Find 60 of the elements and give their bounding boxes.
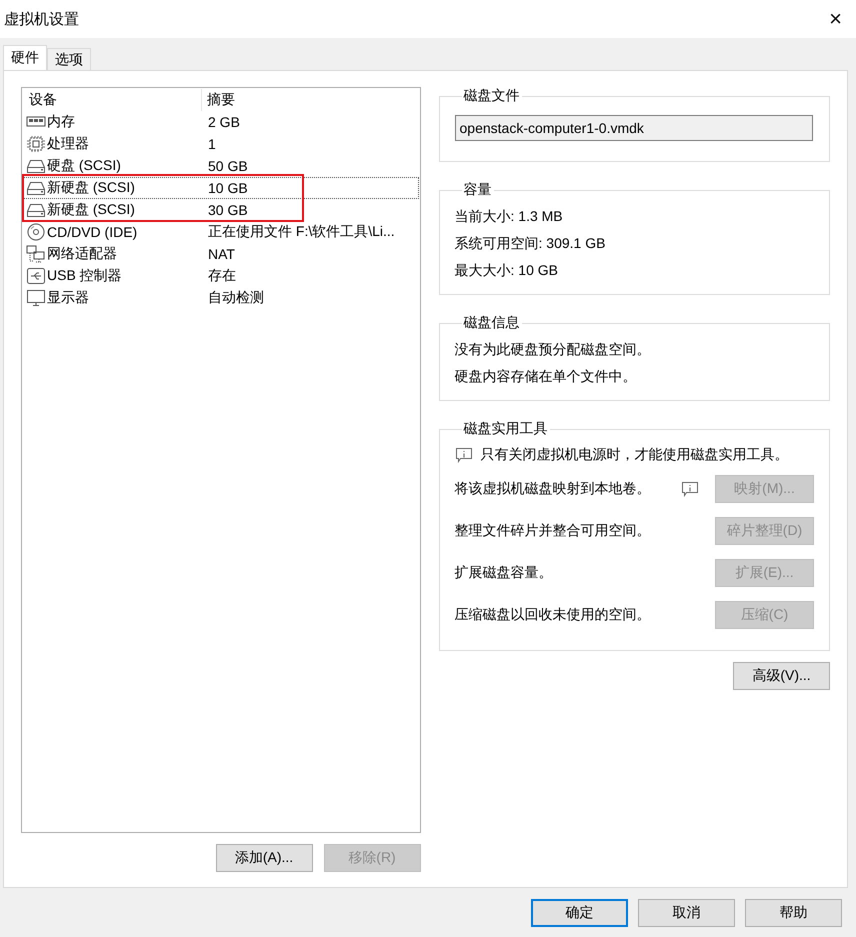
device-name: 处理器: [47, 135, 89, 153]
device-summary: 自动检测: [207, 289, 265, 307]
device-name: 网络适配器: [47, 245, 117, 263]
device-name: 显示器: [47, 289, 89, 307]
capacity-text: 当前大小: 1.3 MB: [454, 208, 563, 226]
device-summary: 正在使用文件 F:\软件工具\Li...: [207, 223, 396, 241]
device-row[interactable]: 网络适配器 NAT: [23, 243, 418, 265]
device-summary: 存在: [207, 267, 237, 285]
note-text: 只有关闭虚拟机电源时，才能使用磁盘实用工具。: [480, 446, 788, 464]
group-title: 磁盘信息: [462, 314, 520, 332]
chip-icon: [26, 135, 46, 153]
device-name: CD/DVD (IDE): [47, 224, 138, 240]
device-name: USB 控制器: [47, 267, 122, 285]
advanced-button[interactable]: 高级(V)...: [733, 662, 830, 690]
group-title: 磁盘实用工具: [462, 420, 548, 438]
file-field[interactable]: openstack-computer1-0.vmdk: [454, 115, 812, 141]
action-text: 扩展磁盘容量。: [454, 564, 554, 582]
device-row[interactable]: USB 控制器 存在: [23, 265, 418, 287]
tab[interactable]: 选项: [47, 48, 91, 70]
device-name: 内存: [47, 113, 75, 131]
device-row[interactable]: 新硬盘 (SCSI) 30 GB: [23, 199, 418, 221]
device-row[interactable]: 硬盘 (SCSI) 50 GB: [23, 155, 418, 177]
action-text: 整理文件碎片并整合可用空间。: [454, 522, 652, 540]
group-title: 磁盘文件: [462, 87, 520, 105]
device-name: 新硬盘 (SCSI): [47, 201, 135, 219]
device-row[interactable]: 处理器 1: [23, 133, 418, 155]
column-header[interactable]: 摘要: [202, 89, 420, 111]
dialog-button[interactable]: 取消: [638, 899, 735, 927]
action-text: 压缩磁盘以回收未使用的空间。: [454, 606, 652, 624]
monitor-icon: [26, 289, 46, 307]
device-row[interactable]: 新硬盘 (SCSI) 10 GB: [23, 177, 418, 199]
info-text: 硬盘内容存储在单个文件中。: [454, 368, 636, 386]
device-summary: 10 GB: [207, 180, 249, 196]
tab[interactable]: 硬件: [3, 45, 47, 70]
window-title: 虚拟机设置: [4, 10, 79, 28]
device-row[interactable]: CD/DVD (IDE) 正在使用文件 F:\软件工具\Li...: [23, 221, 418, 243]
info-text: 没有为此硬盘预分配磁盘空间。: [454, 340, 650, 358]
device-summary: 50 GB: [207, 158, 249, 174]
info-icon: [454, 447, 472, 463]
disc-icon: [26, 223, 46, 241]
capacity-text: 系统可用空间: 309.1 GB: [454, 234, 606, 252]
capacity-text: 最大大小: 10 GB: [454, 262, 558, 280]
close-button[interactable]: ×: [829, 6, 842, 32]
device-name: 新硬盘 (SCSI): [47, 179, 135, 197]
column-header[interactable]: 设备: [22, 89, 202, 111]
device-summary: 30 GB: [207, 202, 249, 218]
device-summary: 1: [207, 136, 217, 152]
group-title: 容量: [462, 181, 492, 199]
device-row[interactable]: 显示器 自动检测: [23, 287, 418, 309]
network-icon: [26, 245, 46, 263]
action-text: 将该虚拟机磁盘映射到本地卷。: [454, 480, 652, 498]
device-name: 硬盘 (SCSI): [47, 157, 121, 175]
info-icon: [681, 481, 699, 497]
dialog-button[interactable]: 帮助: [745, 899, 842, 927]
device-row[interactable]: 内存 2 GB: [23, 111, 418, 133]
device-summary: 2 GB: [207, 114, 241, 130]
usb-icon: [26, 267, 46, 285]
device-summary: NAT: [207, 246, 236, 262]
dialog-button[interactable]: 确定: [531, 899, 628, 927]
add-button[interactable]: 添加(A)...: [216, 844, 312, 872]
